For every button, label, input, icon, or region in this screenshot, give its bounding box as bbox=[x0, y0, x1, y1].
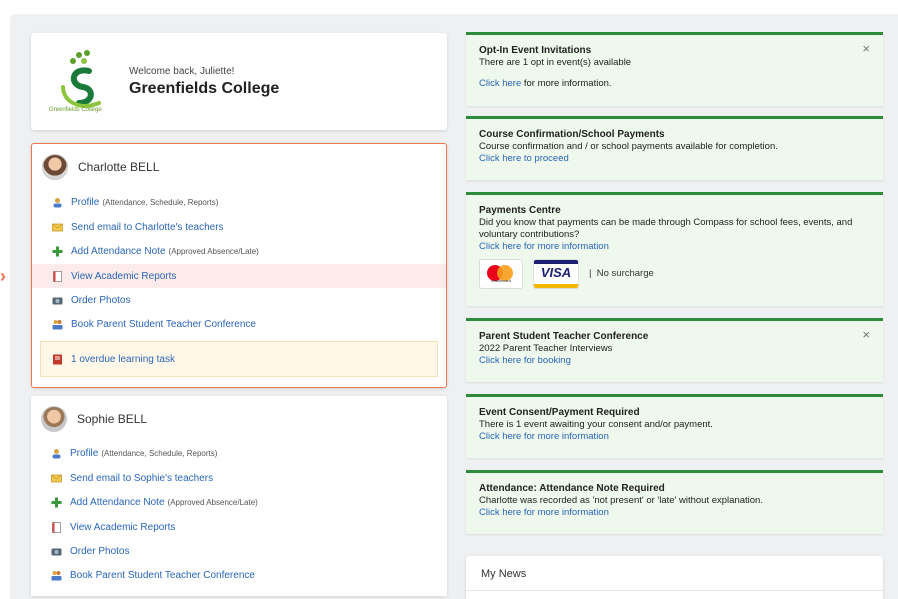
person-icon bbox=[52, 448, 61, 458]
menu-note: (Attendance, Schedule, Reports) bbox=[101, 448, 218, 458]
notice-body: 2022 Parent Teacher Interviews bbox=[479, 343, 613, 354]
student-name[interactable]: Charlotte BELL bbox=[78, 160, 159, 174]
close-icon[interactable]: × bbox=[862, 42, 870, 55]
notice-opt-in-events: × Opt-In Event Invitations There are 1 o… bbox=[466, 32, 883, 106]
plus-icon bbox=[52, 246, 63, 256]
notice-title: Opt-In Event Invitations bbox=[479, 45, 592, 56]
payment-methods: mastercard VISA | No surcharge bbox=[479, 259, 869, 289]
close-icon[interactable]: × bbox=[862, 328, 870, 341]
email-teachers-link[interactable]: Send email to Sophie's teachers bbox=[31, 466, 447, 490]
notice-link[interactable]: Click here for booking bbox=[479, 355, 869, 367]
mastercard-logo: mastercard bbox=[479, 259, 523, 289]
student-card-sophie: Sophie BELL Profile (Attendance, Schedul… bbox=[31, 396, 447, 596]
menu-label: Profile bbox=[70, 447, 99, 459]
notice-link[interactable]: Click here to proceed bbox=[479, 153, 869, 165]
notice-link[interactable]: Click here for more information bbox=[479, 431, 869, 443]
pointer-arrow-icon: › bbox=[0, 266, 6, 286]
menu-label: Profile bbox=[71, 196, 100, 208]
notice-title: Payments Centre bbox=[479, 205, 561, 216]
conference-icon bbox=[52, 319, 63, 329]
profile-link[interactable]: Profile (Attendance, Schedule, Reports) bbox=[32, 190, 446, 214]
notice-body: Course confirmation and / or school paym… bbox=[479, 141, 778, 152]
notice-link[interactable]: Click here for more information bbox=[479, 507, 869, 519]
notice-title: Event Consent/Payment Required bbox=[479, 407, 640, 418]
notice-attendance-note: Attendance: Attendance Note Required Cha… bbox=[466, 470, 883, 534]
camera-icon bbox=[51, 548, 62, 555]
order-photos-link[interactable]: Order Photos bbox=[32, 288, 446, 312]
notice-title: Parent Student Teacher Conference bbox=[479, 331, 649, 342]
book-conference-link[interactable]: Book Parent Student Teacher Conference bbox=[32, 312, 446, 336]
menu-label: Book Parent Student Teacher Conference bbox=[70, 569, 255, 581]
notice-body: Charlotte was recorded as 'not present' … bbox=[479, 495, 763, 506]
person-icon bbox=[53, 197, 62, 207]
notice-payments-centre: Payments Centre Did you know that paymen… bbox=[466, 192, 883, 306]
divider bbox=[466, 590, 883, 591]
avatar bbox=[42, 154, 68, 180]
order-photos-link[interactable]: Order Photos bbox=[31, 539, 447, 563]
menu-label: Send email to Sophie's teachers bbox=[70, 472, 214, 484]
news-title: My News bbox=[481, 568, 527, 580]
notice-course-confirmation: Course Confirmation/School Payments Cour… bbox=[466, 116, 883, 180]
mail-icon bbox=[52, 223, 63, 231]
welcome-text: Welcome back, Juliette! bbox=[129, 66, 235, 77]
report-icon bbox=[52, 521, 61, 533]
menu-note: (Attendance, Schedule, Reports) bbox=[102, 197, 219, 207]
menu-label: Send email to Charlotte's teachers bbox=[71, 221, 224, 233]
report-icon bbox=[53, 270, 62, 282]
notice-body: There are 1 opt in event(s) available bbox=[479, 57, 632, 68]
camera-icon bbox=[52, 297, 63, 304]
view-academic-reports-link[interactable]: View Academic Reports bbox=[32, 264, 446, 288]
student-card-charlotte: Charlotte BELL Profile (Attendance, Sche… bbox=[31, 143, 447, 388]
visa-logo: VISA bbox=[533, 259, 579, 289]
menu-note: (Approved Absence/Late) bbox=[168, 246, 259, 256]
add-attendance-note-link[interactable]: Add Attendance Note (Approved Absence/La… bbox=[32, 239, 446, 263]
menu-label: Book Parent Student Teacher Conference bbox=[71, 318, 256, 330]
add-attendance-note-link[interactable]: Add Attendance Note (Approved Absence/La… bbox=[31, 490, 447, 514]
school-name: Greenfields College bbox=[129, 80, 280, 97]
my-news-panel: My News bbox=[466, 556, 883, 599]
overdue-task-alert[interactable]: 1 overdue learning task bbox=[40, 341, 438, 377]
overdue-label: 1 overdue learning task bbox=[71, 353, 175, 365]
student-header: Charlotte BELL bbox=[42, 154, 159, 180]
notice-link-suffix: for more information. bbox=[521, 78, 612, 89]
plus-icon bbox=[51, 497, 62, 507]
menu-label: View Academic Reports bbox=[70, 521, 176, 533]
notice-body: Did you know that payments can be made t… bbox=[479, 217, 853, 240]
logo-caption: Greenfields College bbox=[49, 107, 102, 113]
menu-label: Add Attendance Note bbox=[71, 245, 166, 257]
notice-title: Course Confirmation/School Payments bbox=[479, 129, 665, 140]
menu-label: Order Photos bbox=[70, 545, 130, 557]
student-name[interactable]: Sophie BELL bbox=[77, 412, 147, 426]
menu-note: (Approved Absence/Late) bbox=[167, 497, 258, 507]
notice-title: Attendance: Attendance Note Required bbox=[479, 483, 665, 494]
email-teachers-link[interactable]: Send email to Charlotte's teachers bbox=[32, 215, 446, 239]
notice-link[interactable]: Click here bbox=[479, 78, 521, 89]
notice-teacher-conference: × Parent Student Teacher Conference 2022… bbox=[466, 318, 883, 382]
task-book-icon bbox=[53, 354, 62, 364]
mail-icon bbox=[51, 474, 62, 482]
student-header: Sophie BELL bbox=[41, 406, 147, 432]
notice-link[interactable]: Click here for more information bbox=[479, 241, 869, 253]
notice-event-consent: Event Consent/Payment Required There is … bbox=[466, 394, 883, 458]
avatar bbox=[41, 406, 67, 432]
menu-label: Add Attendance Note bbox=[70, 496, 165, 508]
notice-body: There is 1 event awaiting your consent a… bbox=[479, 419, 713, 430]
conference-icon bbox=[51, 570, 62, 580]
profile-link[interactable]: Profile (Attendance, Schedule, Reports) bbox=[31, 441, 447, 465]
book-conference-link[interactable]: Book Parent Student Teacher Conference bbox=[31, 563, 447, 587]
surcharge-text: | No surcharge bbox=[589, 268, 654, 279]
menu-label: Order Photos bbox=[71, 294, 131, 306]
view-academic-reports-link[interactable]: View Academic Reports bbox=[31, 515, 447, 539]
menu-label: View Academic Reports bbox=[71, 270, 177, 282]
school-header: Greenfields College Welcome back, Juliet… bbox=[31, 33, 447, 130]
